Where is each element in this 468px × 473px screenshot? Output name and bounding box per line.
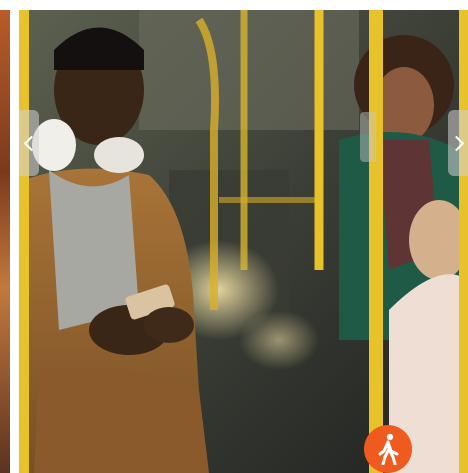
- chevron-right-icon: [448, 135, 464, 151]
- image-frame: [0, 0, 468, 473]
- previous-image-button[interactable]: [19, 110, 39, 176]
- previous-image-edge: [0, 10, 10, 473]
- accessibility-walk-badge[interactable]: [364, 425, 412, 473]
- next-image-button[interactable]: [448, 110, 468, 176]
- pedestrian-walking-icon: [378, 433, 399, 465]
- chevron-left-icon: [23, 135, 39, 151]
- carousel-divider: [360, 112, 376, 162]
- bus-passenger-photo: [19, 10, 468, 473]
